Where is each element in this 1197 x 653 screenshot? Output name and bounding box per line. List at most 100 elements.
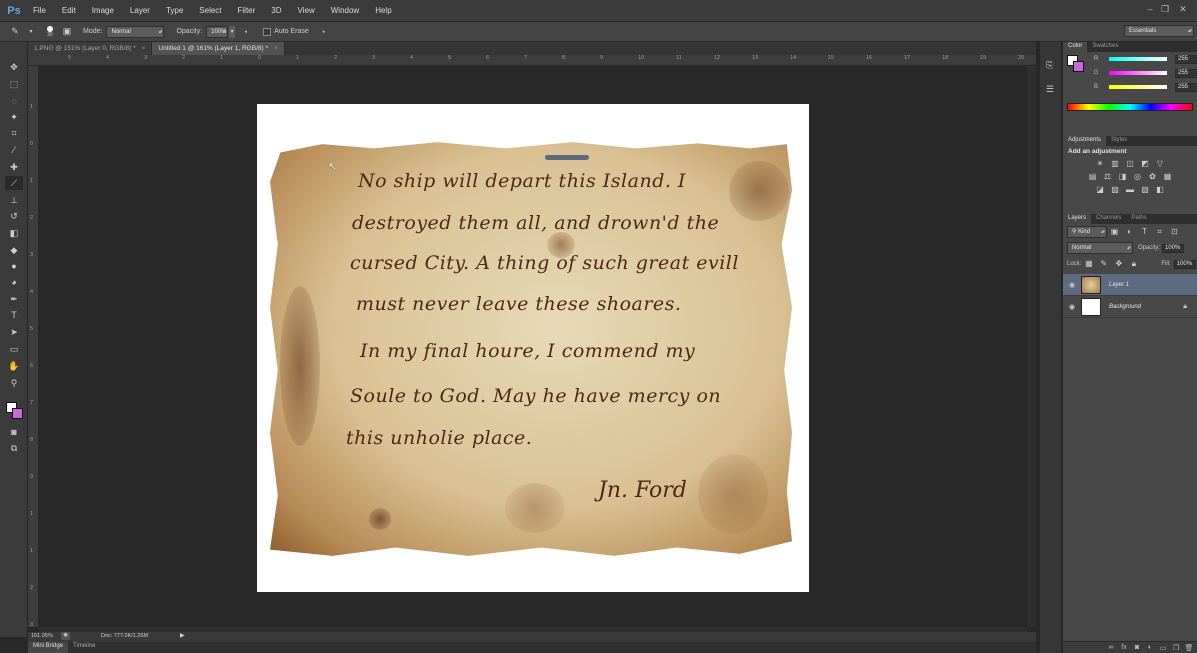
brush-size-picker[interactable]: 30 [43, 25, 57, 38]
invert-icon[interactable]: ◪ [1095, 185, 1106, 195]
pen-tool-icon[interactable]: ✒ [5, 292, 23, 306]
type-tool-icon[interactable]: T [5, 308, 23, 322]
vertical-scrollbar[interactable] [1027, 66, 1036, 627]
pixel-filter-icon[interactable]: ▣ [1109, 227, 1120, 237]
eraser-tool-icon[interactable]: ◧ [5, 226, 23, 240]
history-panel-icon[interactable]: ⎘ [1046, 60, 1053, 71]
eyedropper-tool-icon[interactable]: ⁄ [5, 143, 23, 157]
clone-stamp-tool-icon[interactable]: ⊥ [5, 193, 23, 207]
curves-icon[interactable]: ◫ [1125, 159, 1136, 169]
chevron-down-icon[interactable]: ▾ [28, 25, 34, 39]
gradient-map-icon[interactable]: ▧ [1140, 185, 1151, 195]
blur-tool-icon[interactable]: ● [5, 259, 23, 273]
brush-tool-icon[interactable]: ⟋ [5, 176, 23, 190]
lock-position-icon[interactable]: ✥ [1113, 259, 1124, 269]
link-layers-icon[interactable]: ∞ [1106, 644, 1116, 651]
levels-icon[interactable]: ▥ [1110, 159, 1121, 169]
color-lookup-icon[interactable]: ▦ [1162, 172, 1173, 182]
crop-tool-icon[interactable]: ⌗ [5, 126, 23, 140]
lock-all-icon[interactable]: 🔒︎ [1128, 259, 1139, 269]
magic-wand-tool-icon[interactable]: ✦ [5, 110, 23, 124]
delete-layer-icon[interactable]: 🗑︎ [1184, 644, 1194, 652]
photo-filter-icon[interactable]: ◎ [1132, 172, 1143, 182]
type-filter-icon[interactable]: T [1139, 227, 1150, 237]
workspace-select[interactable]: Essentials [1124, 25, 1194, 37]
layer-opacity-input[interactable]: 100% [1162, 243, 1185, 253]
menu-file[interactable]: File [25, 6, 54, 15]
brightness-icon[interactable]: ☀ [1095, 159, 1106, 169]
menu-edit[interactable]: Edit [54, 6, 84, 15]
tab-layers[interactable]: Layers [1063, 214, 1092, 224]
posterize-icon[interactable]: ▨ [1110, 185, 1121, 195]
tab-untitled-1[interactable]: Untitled 1 @ 161% (Layer 1, RGB/8) * × [152, 42, 285, 55]
layer-row-background[interactable]: ◉ Background 🔒︎ [1063, 296, 1197, 318]
properties-panel-icon[interactable]: ☰ [1046, 84, 1054, 95]
pressure-size-icon[interactable]: ◔ [316, 25, 330, 39]
tab-channels[interactable]: Channels [1091, 214, 1126, 224]
minimize-button[interactable]: – [1143, 4, 1157, 15]
green-value[interactable]: 255 [1175, 68, 1197, 78]
menu-help[interactable]: Help [367, 6, 399, 15]
color-spectrum[interactable] [1067, 103, 1193, 111]
fill-input[interactable]: 100% [1173, 259, 1196, 269]
hue-saturation-icon[interactable]: ▤ [1087, 172, 1098, 182]
eye-icon[interactable]: ◉ [1063, 281, 1081, 289]
black-white-icon[interactable]: ◨ [1117, 172, 1128, 182]
menu-window[interactable]: Window [323, 6, 367, 15]
lock-transparent-icon[interactable]: ▦ [1083, 259, 1094, 269]
menu-layer[interactable]: Layer [122, 6, 158, 15]
menu-view[interactable]: View [290, 6, 323, 15]
menu-image[interactable]: Image [84, 6, 122, 15]
rectangle-tool-icon[interactable]: ▭ [5, 342, 23, 356]
red-value[interactable]: 255 [1175, 54, 1197, 64]
layer-row-layer-1[interactable]: ◉ Layer 1 [1063, 274, 1197, 296]
threshold-icon[interactable]: ▬ [1125, 185, 1136, 195]
color-balance-icon[interactable]: ⚖ [1102, 172, 1113, 182]
adjustment-filter-icon[interactable]: ◐ [1124, 227, 1135, 237]
zoom-level[interactable]: 161.05% [31, 633, 53, 639]
vibrance-icon[interactable]: ▽ [1155, 159, 1166, 169]
menu-select[interactable]: Select [191, 6, 229, 15]
screen-mode-icon[interactable]: ⧉ [5, 441, 23, 455]
blend-mode-select[interactable]: Normal [1067, 242, 1133, 254]
eye-icon[interactable]: ◉ [1063, 303, 1081, 311]
tab-adjustments[interactable]: Adjustments [1063, 136, 1107, 146]
channel-mixer-icon[interactable]: ✿ [1147, 172, 1158, 182]
restore-button[interactable]: ❐ [1158, 4, 1172, 15]
background-color-swatch[interactable] [12, 408, 23, 419]
opacity-input[interactable]: 100% [206, 25, 229, 38]
layer-style-icon[interactable]: fx [1119, 644, 1129, 651]
tab-mini-bridge[interactable]: Mini Bridge [28, 642, 69, 653]
tab-paths[interactable]: Paths [1126, 214, 1151, 224]
new-group-icon[interactable]: ▭ [1158, 644, 1168, 652]
marquee-tool-icon[interactable]: ⬚ [5, 77, 23, 91]
smart-object-filter-icon[interactable]: ⊡ [1169, 227, 1180, 237]
move-tool-icon[interactable]: ✥ [5, 60, 23, 74]
history-brush-tool-icon[interactable]: ↺ [5, 209, 23, 223]
status-settings-icon[interactable]: ◉ [61, 632, 70, 640]
green-slider[interactable] [1109, 71, 1167, 75]
lock-pixels-icon[interactable]: ✎ [1098, 259, 1109, 269]
red-slider[interactable] [1109, 57, 1167, 61]
tab-styles[interactable]: Styles [1106, 136, 1132, 146]
menu-3d[interactable]: 3D [263, 6, 289, 15]
blue-value[interactable]: 255 [1175, 82, 1197, 92]
layer-mask-icon[interactable]: ◙ [1132, 644, 1142, 651]
tab-timeline[interactable]: Timeline [68, 642, 100, 653]
layer-name[interactable]: Background [1109, 304, 1141, 310]
new-layer-icon[interactable]: ❐ [1171, 644, 1181, 652]
hand-tool-icon[interactable]: ✋ [5, 359, 23, 373]
lasso-tool-icon[interactable]: ◌ [5, 94, 23, 108]
selective-color-icon[interactable]: ◧ [1155, 185, 1166, 195]
quick-mask-icon[interactable]: ◙ [5, 425, 23, 439]
brush-panel-icon[interactable]: ▣ [60, 25, 74, 39]
tab-swatches[interactable]: Swatches [1087, 42, 1123, 52]
opacity-dropdown-icon[interactable]: ▾ [229, 25, 236, 38]
status-menu-arrow-icon[interactable]: ▶ [180, 632, 185, 639]
eraser-tool-preset-icon[interactable]: ✎ [8, 25, 22, 39]
close-icon[interactable]: × [142, 45, 146, 52]
mode-select[interactable]: Normal [106, 25, 165, 38]
close-window-button[interactable]: ✕ [1176, 4, 1190, 15]
path-selection-tool-icon[interactable]: ➤ [5, 325, 23, 339]
exposure-icon[interactable]: ◩ [1140, 159, 1151, 169]
